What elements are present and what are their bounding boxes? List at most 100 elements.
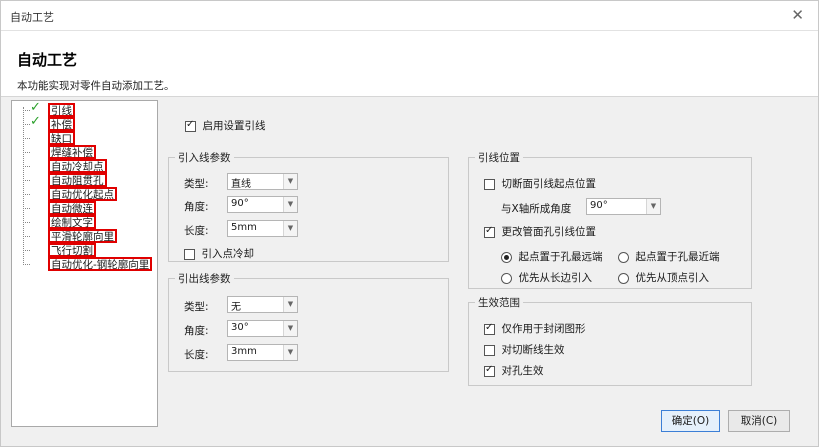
lead-in-legend: 引入线参数 <box>175 150 234 165</box>
tree-item-auto-cooling[interactable]: 自动冷却点 <box>12 159 157 173</box>
tree-item-label: 自动冷却点 <box>48 159 107 173</box>
tree-item-compensation[interactable]: ✓ 补偿 <box>12 114 157 131</box>
tree-item-label: 飞行切割 <box>48 243 96 257</box>
lead-out-legend: 引出线参数 <box>175 271 234 286</box>
radio-vertex-label: 优先从顶点引入 <box>635 272 710 284</box>
auto-process-dialog: 自动工艺 ✕ 自动工艺 本功能实现对零件自动添加工艺。 ✓ 引线 ✓ 补偿 缺口… <box>0 0 819 447</box>
closed-shape-checkbox[interactable]: 仅作用于封闭图形 <box>484 321 586 336</box>
radio-near-end[interactable]: 起点置于孔最近端 <box>618 249 720 264</box>
tree-item-label: 平滑轮廓向里 <box>48 229 117 243</box>
lead-in-length-label: 长度: <box>184 225 209 237</box>
radio-long-label: 优先从长边引入 <box>518 272 593 284</box>
radio-long-edge[interactable]: 优先从长边引入 <box>501 270 592 285</box>
lead-in-cooling-checkbox[interactable]: 引入点冷却 <box>184 246 254 261</box>
cutline-checkbox[interactable]: 对切断线生效 <box>484 342 565 357</box>
hole-checkbox[interactable]: 对孔生效 <box>484 363 544 378</box>
title-bar: 自动工艺 ✕ <box>1 1 818 31</box>
tree-item-flying-cut[interactable]: 飞行切割 <box>12 243 157 257</box>
lead-in-type-label: 类型: <box>184 178 209 190</box>
tree-item-label: 引线 <box>48 103 75 117</box>
chevron-down-icon[interactable]: ▼ <box>283 297 297 312</box>
lead-out-angle-label: 角度: <box>184 325 209 337</box>
lead-in-length-value: 5mm <box>231 222 257 233</box>
tree-item-label: 缺口 <box>48 131 75 145</box>
chevron-down-icon[interactable]: ▼ <box>283 321 297 336</box>
enable-lead-label: 启用设置引线 <box>202 120 266 132</box>
lead-in-type-value: 直线 <box>231 179 251 190</box>
lead-out-angle-select[interactable]: 30° ▼ <box>227 320 298 337</box>
radio-far-label: 起点置于孔最远端 <box>518 251 603 263</box>
tree-item-auto-optimize-start[interactable]: 自动优化起点 <box>12 187 157 201</box>
cancel-button[interactable]: 取消(C) <box>728 410 790 432</box>
tree-item-smooth-contour[interactable]: 平滑轮廓向里 <box>12 229 157 243</box>
checkbox-box[interactable] <box>484 322 495 335</box>
radio-button[interactable] <box>618 272 629 284</box>
lead-position-legend: 引线位置 <box>475 150 523 165</box>
radio-near-label: 起点置于孔最近端 <box>635 251 720 263</box>
lead-out-group: 引出线参数 <box>168 271 449 372</box>
page-title: 自动工艺 <box>17 51 78 69</box>
tree-item-label: 自动优化-钢轮廓向里 <box>48 257 153 271</box>
cut-start-label: 切断面引线起点位置 <box>501 178 597 190</box>
close-icon[interactable]: ✕ <box>791 6 804 24</box>
tree-item-label: 补偿 <box>48 117 75 131</box>
lead-out-type-select[interactable]: 无 ▼ <box>227 296 298 313</box>
lead-in-length-select[interactable]: 5mm ▼ <box>227 220 298 237</box>
x-angle-value: 90° <box>590 200 608 211</box>
process-tree[interactable]: ✓ 引线 ✓ 补偿 缺口 焊缝补偿 自动冷却点 自动阻贯孔 自动优化起点 自动微… <box>11 100 158 427</box>
chevron-down-icon[interactable]: ▼ <box>283 197 297 212</box>
hole-label: 对孔生效 <box>501 365 544 377</box>
window-title: 自动工艺 <box>10 11 54 24</box>
tree-item-label: 焊缝补偿 <box>48 145 96 159</box>
lead-out-type-value: 无 <box>231 302 241 313</box>
radio-button[interactable] <box>618 251 629 263</box>
radio-button[interactable] <box>501 251 512 263</box>
effect-range-legend: 生效范围 <box>475 295 523 310</box>
closed-shape-label: 仅作用于封闭图形 <box>501 323 586 335</box>
tree-item-auto-microjoint[interactable]: 自动微连 <box>12 201 157 215</box>
chevron-down-icon[interactable]: ▼ <box>283 345 297 360</box>
lead-out-length-label: 长度: <box>184 349 209 361</box>
tree-item-auto-pierce[interactable]: 自动阻贯孔 <box>12 173 157 187</box>
radio-button[interactable] <box>501 272 512 284</box>
tree-item-label: 自动微连 <box>48 201 96 215</box>
checkbox-box[interactable] <box>184 248 195 260</box>
tree-item-notch[interactable]: 缺口 <box>12 131 157 145</box>
lead-in-cooling-label: 引入点冷却 <box>201 248 255 260</box>
check-icon: ✓ <box>30 114 41 129</box>
cutline-label: 对切断线生效 <box>501 344 565 356</box>
lead-out-angle-value: 30° <box>231 322 249 333</box>
ok-button[interactable]: 确定(O) <box>661 410 720 432</box>
enable-lead-checkbox[interactable]: 启用设置引线 <box>185 118 266 133</box>
lead-in-angle-label: 角度: <box>184 201 209 213</box>
checkbox-box[interactable] <box>185 119 196 132</box>
lead-in-angle-value: 90° <box>231 198 249 209</box>
lead-out-length-select[interactable]: 3mm ▼ <box>227 344 298 361</box>
tree-item-label: 绘制文字 <box>48 215 96 229</box>
tree-item-label: 自动优化起点 <box>48 187 117 201</box>
radio-far-end[interactable]: 起点置于孔最远端 <box>501 249 603 264</box>
tree-item-draw-text[interactable]: 绘制文字 <box>12 215 157 229</box>
checkbox-box[interactable] <box>484 364 495 377</box>
checkbox-box[interactable] <box>484 344 495 356</box>
checkbox-box[interactable] <box>484 225 495 238</box>
change-tube-label: 更改管面孔引线位置 <box>501 226 597 238</box>
dialog-header: 自动工艺 本功能实现对零件自动添加工艺。 <box>1 31 818 97</box>
chevron-down-icon[interactable]: ▼ <box>283 221 297 236</box>
tree-item-label: 自动阻贯孔 <box>48 173 107 187</box>
cut-start-checkbox[interactable]: 切断面引线起点位置 <box>484 176 596 191</box>
x-angle-select[interactable]: 90° ▼ <box>586 198 661 215</box>
lead-in-type-select[interactable]: 直线 ▼ <box>227 173 298 190</box>
lead-out-length-value: 3mm <box>231 346 257 357</box>
lead-in-angle-select[interactable]: 90° ▼ <box>227 196 298 213</box>
chevron-down-icon[interactable]: ▼ <box>283 174 297 189</box>
radio-vertex[interactable]: 优先从顶点引入 <box>618 270 709 285</box>
tree-item-weld-compensation[interactable]: 焊缝补偿 <box>12 145 157 159</box>
x-angle-label: 与X轴所成角度 <box>501 203 572 215</box>
checkbox-box[interactable] <box>484 178 495 190</box>
change-tube-checkbox[interactable]: 更改管面孔引线位置 <box>484 224 596 239</box>
check-icon: ✓ <box>30 100 41 115</box>
tree-item-auto-optimize-steel[interactable]: 自动优化-钢轮廓向里 <box>12 257 157 271</box>
chevron-down-icon[interactable]: ▼ <box>646 199 660 214</box>
lead-out-type-label: 类型: <box>184 301 209 313</box>
